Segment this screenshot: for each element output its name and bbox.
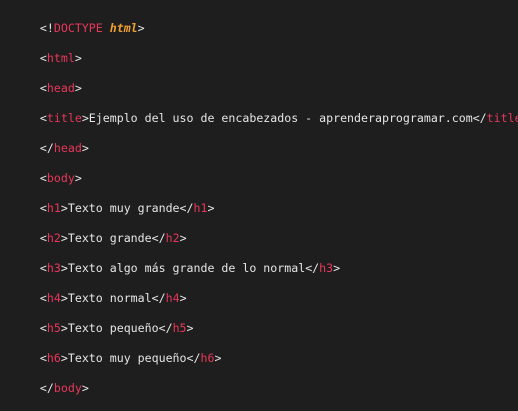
close-tag-name: body [53,381,82,395]
heading-text: Texto muy grande [67,201,180,215]
code-line-h5: <h5>Texto pequeño</h5> [39,321,194,335]
doctype-open-punct: <! [39,21,54,35]
tag-name: h2 [46,231,61,245]
tag-name: h1 [46,201,61,215]
code-line-h1: <h1>Texto muy grande</h1> [39,201,215,215]
tag-name: body [46,171,75,185]
heading-text: Texto normal [67,291,152,305]
title-text: Ejemplo del uso de encabezados - aprende… [88,111,473,125]
code-editor[interactable]: <!DOCTYPE html> <html> <head> <title>Eje… [0,0,518,411]
heading-text: Texto grande [67,231,152,245]
code-line-h3: <h3>Texto algo más grande de lo normal</… [39,261,341,275]
tag-name: h6 [46,351,61,365]
code-line-body-close: </body> [39,381,89,395]
code-line-title: <title>Ejemplo del uso de encabezados - … [12,94,518,125]
doctype-keyword: DOCTYPE [53,21,103,35]
doctype-close-punct: > [137,21,145,35]
code-line-html-close: </html> [12,394,89,410]
close-tag-name: h4 [165,291,180,305]
close-tag-name: h5 [172,321,187,335]
tag-name: html [46,51,75,65]
code-line-h2: <h2>Texto grande</h2> [39,231,187,245]
code-line-h4: <h4>Texto normal</h4> [39,291,187,305]
close-tag-name: head [53,141,82,155]
tag-name: h5 [46,321,61,335]
tag-name: h4 [46,291,61,305]
tag-name: head [46,81,75,95]
heading-text: Texto pequeño [67,321,159,335]
tag-name: title [46,111,82,125]
code-line-doctype: <!DOCTYPE html> [12,4,145,35]
close-tag-name: h2 [165,231,180,245]
code-line-head-close: </head> [39,141,89,155]
tag-name: h3 [46,261,61,275]
code-line-body-open: <body> [39,171,82,185]
code-line-h6: <h6>Texto muy pequeño</h6> [39,351,222,365]
close-tag-name: title [486,111,518,125]
close-tag-name: h3 [319,261,334,275]
close-tag-name: h6 [200,351,215,365]
code-line-html-open: <html> [39,51,82,65]
code-line-head-open: <head> [39,81,82,95]
heading-text: Texto algo más grande de lo normal [67,261,306,275]
doctype-argument: html [109,21,138,35]
close-tag-name: h1 [193,201,208,215]
heading-text: Texto muy pequeño [67,351,187,365]
